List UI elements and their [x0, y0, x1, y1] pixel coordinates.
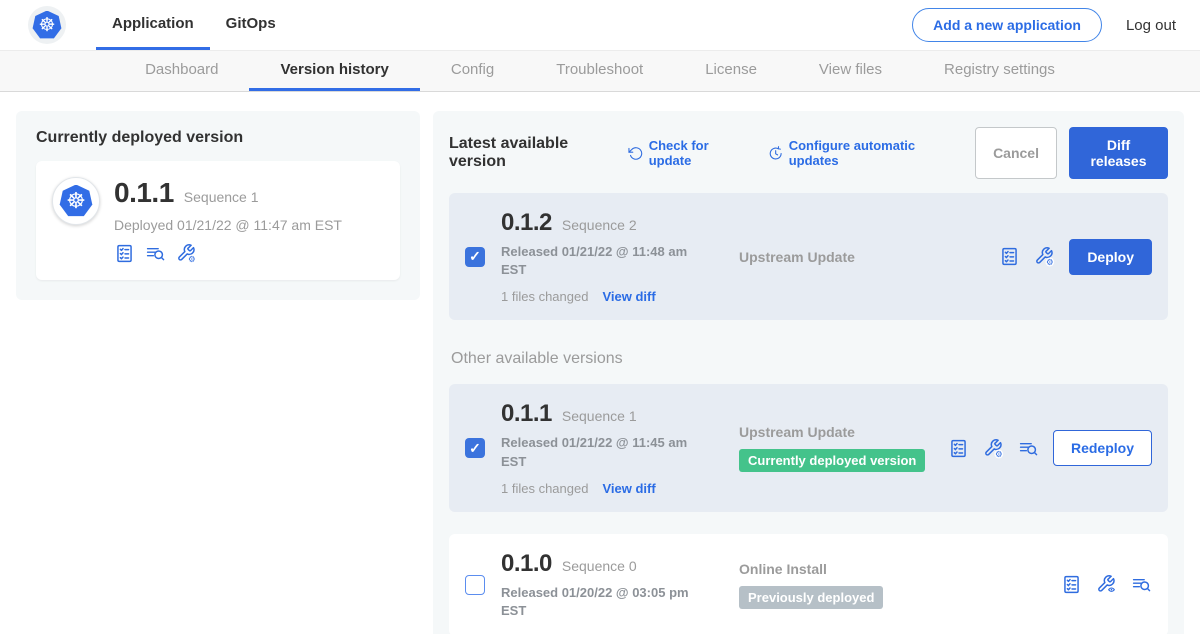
header-right: Add a new application Log out — [912, 0, 1176, 50]
released-timestamp: Released 01/21/22 @ 11:45 am EST — [501, 434, 697, 470]
nav-item-gitops[interactable]: GitOps — [210, 0, 292, 50]
tab-dashboard[interactable]: Dashboard — [114, 51, 249, 91]
wrench-gear-icon[interactable]: ⚙ ⚙ — [1034, 246, 1055, 267]
version-source: Online Install Previously deployed — [739, 561, 1045, 609]
version-source: Upstream Update — [739, 249, 983, 265]
wrench-eye-icon[interactable] — [1096, 574, 1117, 595]
currently-deployed-badge: Currently deployed version — [739, 449, 925, 472]
released-timestamp: Released 01/20/22 @ 03:05 pm EST — [501, 584, 697, 620]
wrench-gear-icon[interactable]: ⚙ ⚙ — [176, 243, 197, 264]
available-panel-header: Latest available version Check for updat… — [449, 127, 1168, 179]
version-actions: ⚙ ⚙ Redeploy — [948, 430, 1152, 466]
main-nav: Application GitOps — [96, 0, 292, 50]
refresh-icon — [628, 145, 643, 162]
deployed-version-number: 0.1.1 — [114, 177, 174, 209]
diff-releases-button[interactable]: Diff releases — [1069, 127, 1168, 179]
cancel-button[interactable]: Cancel — [975, 127, 1057, 179]
version-number: 0.1.1 — [501, 400, 552, 428]
checklist-icon[interactable] — [1061, 574, 1082, 595]
deploy-button[interactable]: Deploy — [1069, 239, 1152, 275]
kubernetes-logo-icon: ☸ — [32, 11, 62, 40]
clock-refresh-icon — [768, 145, 783, 162]
available-versions-panel: Latest available version Check for updat… — [433, 111, 1184, 634]
version-checkbox[interactable]: ✓ — [465, 438, 485, 458]
checklist-icon[interactable] — [948, 438, 969, 459]
top-header: ☸ Application GitOps Add a new applicati… — [0, 0, 1200, 50]
nav-item-application[interactable]: Application — [96, 0, 210, 50]
wrench-gear-icon[interactable]: ⚙ ⚙ — [983, 438, 1004, 459]
lines-magnifier-icon[interactable] — [145, 243, 166, 264]
svg-text:⚙: ⚙ — [1046, 257, 1053, 267]
app-icon-badge: ☸ — [52, 177, 100, 225]
app-subnav: Dashboard Version history Config Trouble… — [0, 50, 1200, 92]
tab-registry-settings[interactable]: Registry settings — [913, 51, 1086, 91]
view-diff-link[interactable]: View diff — [602, 289, 655, 304]
version-row-0-1-2: ✓ 0.1.2 Sequence 2 Released 01/21/22 @ 1… — [449, 193, 1168, 320]
version-number: 0.1.2 — [501, 209, 552, 237]
deployed-actions: ⚙ ⚙ — [114, 243, 342, 264]
previously-deployed-badge: Previously deployed — [739, 586, 883, 609]
version-actions: ⚙ ⚙ Deploy — [999, 239, 1152, 275]
version-info: 0.1.2 Sequence 2 Released 01/21/22 @ 11:… — [501, 209, 723, 304]
version-checkbox[interactable] — [465, 575, 485, 595]
main-content: Currently deployed version ☸ 0.1.1 Seque… — [0, 92, 1200, 634]
deployed-panel-title: Currently deployed version — [36, 129, 400, 147]
version-type-label: Online Install — [739, 561, 827, 577]
tab-config[interactable]: Config — [420, 51, 525, 91]
deployed-version-info: 0.1.1 Sequence 1 Deployed 01/21/22 @ 11:… — [114, 177, 342, 264]
version-row-0-1-0: 0.1.0 Sequence 0 Released 01/20/22 @ 03:… — [449, 534, 1168, 634]
checklist-icon[interactable] — [999, 246, 1020, 267]
view-diff-link[interactable]: View diff — [602, 481, 655, 496]
released-timestamp: Released 01/21/22 @ 11:48 am EST — [501, 243, 697, 279]
header-buttons: Cancel Diff releases — [975, 127, 1168, 179]
other-versions-heading: Other available versions — [451, 350, 1168, 368]
version-row-0-1-1: ✓ 0.1.1 Sequence 1 Released 01/21/22 @ 1… — [449, 384, 1168, 511]
lines-magnifier-icon[interactable] — [1131, 574, 1152, 595]
version-source: Upstream Update Currently deployed versi… — [739, 424, 932, 472]
version-type-label: Upstream Update — [739, 424, 855, 440]
svg-text:⚙: ⚙ — [188, 254, 195, 264]
configure-automatic-updates-link[interactable]: Configure automatic updates — [768, 138, 951, 168]
version-type-label: Upstream Update — [739, 249, 855, 265]
check-for-update-link[interactable]: Check for update — [628, 138, 744, 168]
sequence-label: Sequence 0 — [562, 558, 637, 574]
lines-magnifier-icon[interactable] — [1018, 438, 1039, 459]
checklist-icon[interactable] — [114, 243, 135, 264]
files-changed-label: 1 files changed — [501, 289, 588, 304]
svg-text:⚙: ⚙ — [995, 448, 1002, 458]
add-new-application-button[interactable]: Add a new application — [912, 8, 1102, 42]
tab-license[interactable]: License — [674, 51, 788, 91]
redeploy-button[interactable]: Redeploy — [1053, 430, 1152, 466]
tab-version-history[interactable]: Version history — [249, 51, 419, 91]
deployed-sequence-label: Sequence 1 — [184, 189, 259, 205]
sequence-label: Sequence 2 — [562, 217, 637, 233]
sequence-label: Sequence 1 — [562, 408, 637, 424]
currently-deployed-panel: Currently deployed version ☸ 0.1.1 Seque… — [16, 111, 420, 300]
version-number: 0.1.0 — [501, 550, 552, 578]
logout-link[interactable]: Log out — [1126, 17, 1176, 34]
version-checkbox[interactable]: ✓ — [465, 247, 485, 267]
available-panel-title: Latest available version — [449, 135, 612, 171]
version-info: 0.1.1 Sequence 1 Released 01/21/22 @ 11:… — [501, 400, 723, 495]
tab-view-files[interactable]: View files — [788, 51, 913, 91]
files-changed-label: 1 files changed — [501, 481, 588, 496]
version-info: 0.1.0 Sequence 0 Released 01/20/22 @ 03:… — [501, 550, 723, 620]
deployed-timestamp: Deployed 01/21/22 @ 11:47 am EST — [114, 217, 342, 233]
version-actions — [1061, 574, 1152, 595]
tab-troubleshoot[interactable]: Troubleshoot — [525, 51, 674, 91]
app-logo: ☸ — [28, 6, 66, 44]
kubernetes-app-icon: ☸ — [59, 185, 93, 218]
deployed-version-card: ☸ 0.1.1 Sequence 1 Deployed 01/21/22 @ 1… — [36, 161, 400, 280]
